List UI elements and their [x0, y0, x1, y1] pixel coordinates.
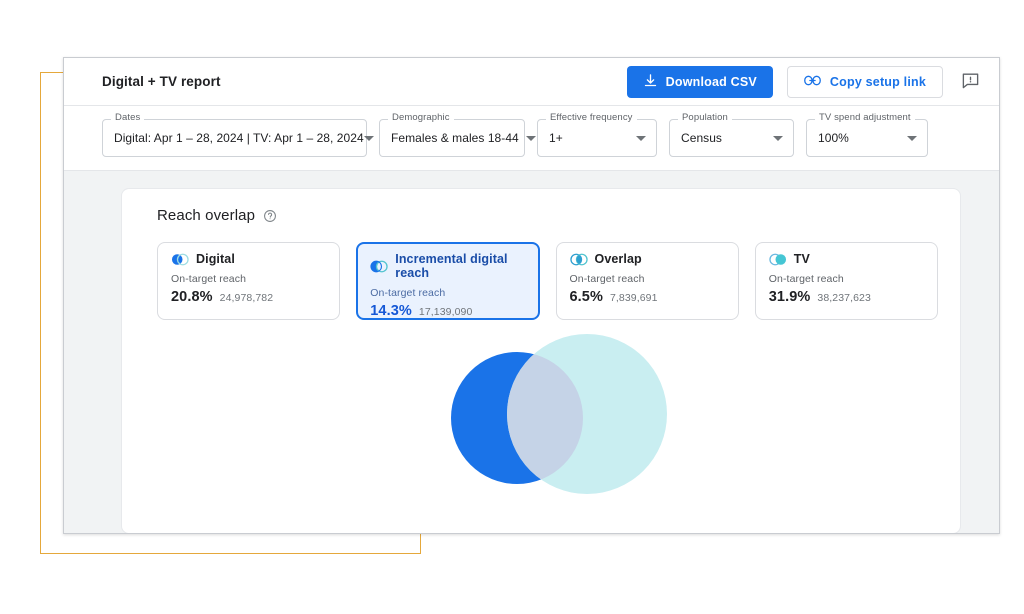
header-actions: Download CSV Copy setup link: [626, 65, 983, 98]
metric-card-absolute: 17,139,090: [418, 306, 473, 318]
metric-card-head: TV: [769, 252, 924, 266]
chevron-down-icon: [773, 135, 783, 141]
metric-card-subtitle: On-target reach: [569, 273, 645, 285]
metric-card-tv[interactable]: TV On-target reach 31.9% 38,237,623: [754, 242, 938, 320]
metric-card-percent: 20.8%: [171, 289, 213, 305]
metric-card-values: 6.5% 7,839,691: [570, 289, 725, 305]
filter-demographic-label: Demographic: [388, 113, 454, 123]
report-window: Digital + TV report Download CSV Copy se…: [63, 57, 1000, 534]
filter-dates[interactable]: Dates Digital: Apr 1 – 28, 2024 | TV: Ap…: [102, 113, 374, 157]
metric-card-percent: 31.9%: [768, 289, 811, 305]
metric-card-title: Digital: [196, 252, 235, 266]
metric-cards: Digital On-target reach 20.8% 24,978,782: [157, 242, 938, 320]
filter-tv-spend-adjustment[interactable]: TV spend adjustment 100%: [806, 113, 928, 157]
filter-population-value: Census: [681, 131, 722, 145]
filter-effective-frequency-label: Effective frequency: [546, 113, 637, 123]
metric-card-values: 20.8% 24,978,782: [171, 289, 326, 305]
filter-dates-value: Digital: Apr 1 – 28, 2024 | TV: Apr 1 – …: [114, 131, 364, 145]
filter-demographic-value: Females & males 18-44: [391, 131, 519, 145]
chevron-down-icon: [363, 135, 374, 141]
window-header: Digital + TV report Download CSV Copy se…: [64, 58, 999, 106]
metric-card-values: 14.3% 17,139,090: [370, 303, 525, 319]
help-icon[interactable]: [263, 209, 277, 223]
download-icon: [643, 73, 658, 91]
filter-population[interactable]: Population Census: [669, 113, 794, 157]
metric-card-title: Overlap: [594, 252, 642, 266]
download-csv-label: Download CSV: [665, 74, 757, 89]
filter-population-label: Population: [678, 113, 732, 123]
window-body: Reach overlap Digital On-target reach 20…: [64, 171, 999, 533]
metric-card-absolute: 24,978,782: [219, 292, 274, 304]
chevron-down-icon: [525, 135, 536, 141]
reach-overlap-panel: Reach overlap Digital On-target reach 20…: [121, 188, 961, 533]
metric-card-overlap[interactable]: Overlap On-target reach 6.5% 7,839,691: [555, 242, 739, 320]
copy-setup-link-button[interactable]: Copy setup link: [786, 65, 943, 98]
metric-card-subtitle: On-target reach: [171, 273, 247, 285]
panel-title: Reach overlap: [157, 207, 256, 224]
venn-left-crescent-icon: [370, 260, 388, 272]
metric-card-head: Overlap: [569, 252, 725, 266]
venn-right-filled-icon: [769, 253, 786, 265]
panel-title-row: Reach overlap: [157, 207, 938, 224]
metric-card-subtitle: On-target reach: [370, 287, 446, 299]
metric-card-values: 31.9% 38,237,623: [769, 289, 924, 305]
filter-tv-spend-adjustment-value: 100%: [818, 131, 849, 145]
link-icon: [804, 73, 821, 91]
download-csv-button[interactable]: Download CSV: [626, 65, 773, 98]
metric-card-percent: 14.3%: [370, 303, 412, 319]
metric-card-title: TV: [793, 252, 810, 266]
filter-bar: Dates Digital: Apr 1 – 28, 2024 | TV: Ap…: [64, 106, 999, 171]
metric-card-percent: 6.5%: [569, 289, 603, 305]
metric-card-digital[interactable]: Digital On-target reach 20.8% 24,978,782: [157, 242, 341, 320]
filter-dates-label: Dates: [111, 113, 145, 123]
venn-left-filled-icon: [171, 253, 189, 265]
reach-overlap-venn-chart: [451, 334, 667, 494]
chevron-down-icon: [636, 135, 646, 141]
metric-card-head: Digital: [171, 252, 326, 266]
chevron-down-icon: [907, 135, 917, 141]
filter-tv-spend-adjustment-label: TV spend adjustment: [815, 113, 915, 123]
metric-card-title: Incremental digital reach: [395, 252, 508, 280]
metric-card-absolute: 7,839,691: [609, 292, 658, 304]
feedback-icon: [961, 71, 980, 93]
page-title: Digital + TV report: [102, 74, 221, 89]
venn-diagram-area: [144, 334, 938, 514]
feedback-icon-button[interactable]: [957, 70, 983, 94]
copy-setup-link-label: Copy setup link: [829, 74, 926, 89]
metric-card-incremental-digital-reach[interactable]: Incremental digital reach On-target reac…: [356, 242, 540, 320]
filter-effective-frequency[interactable]: Effective frequency 1+: [537, 113, 657, 157]
metric-card-absolute: 38,237,623: [817, 292, 871, 304]
filter-demographic[interactable]: Demographic Females & males 18-44: [379, 113, 536, 157]
metric-card-head: Incremental digital reach: [370, 252, 525, 280]
screen: Digital + TV report Download CSV Copy se…: [0, 0, 1024, 614]
metric-card-subtitle: On-target reach: [768, 273, 844, 285]
filter-effective-frequency-value: 1+: [549, 131, 563, 145]
venn-intersection-icon: [569, 253, 588, 265]
